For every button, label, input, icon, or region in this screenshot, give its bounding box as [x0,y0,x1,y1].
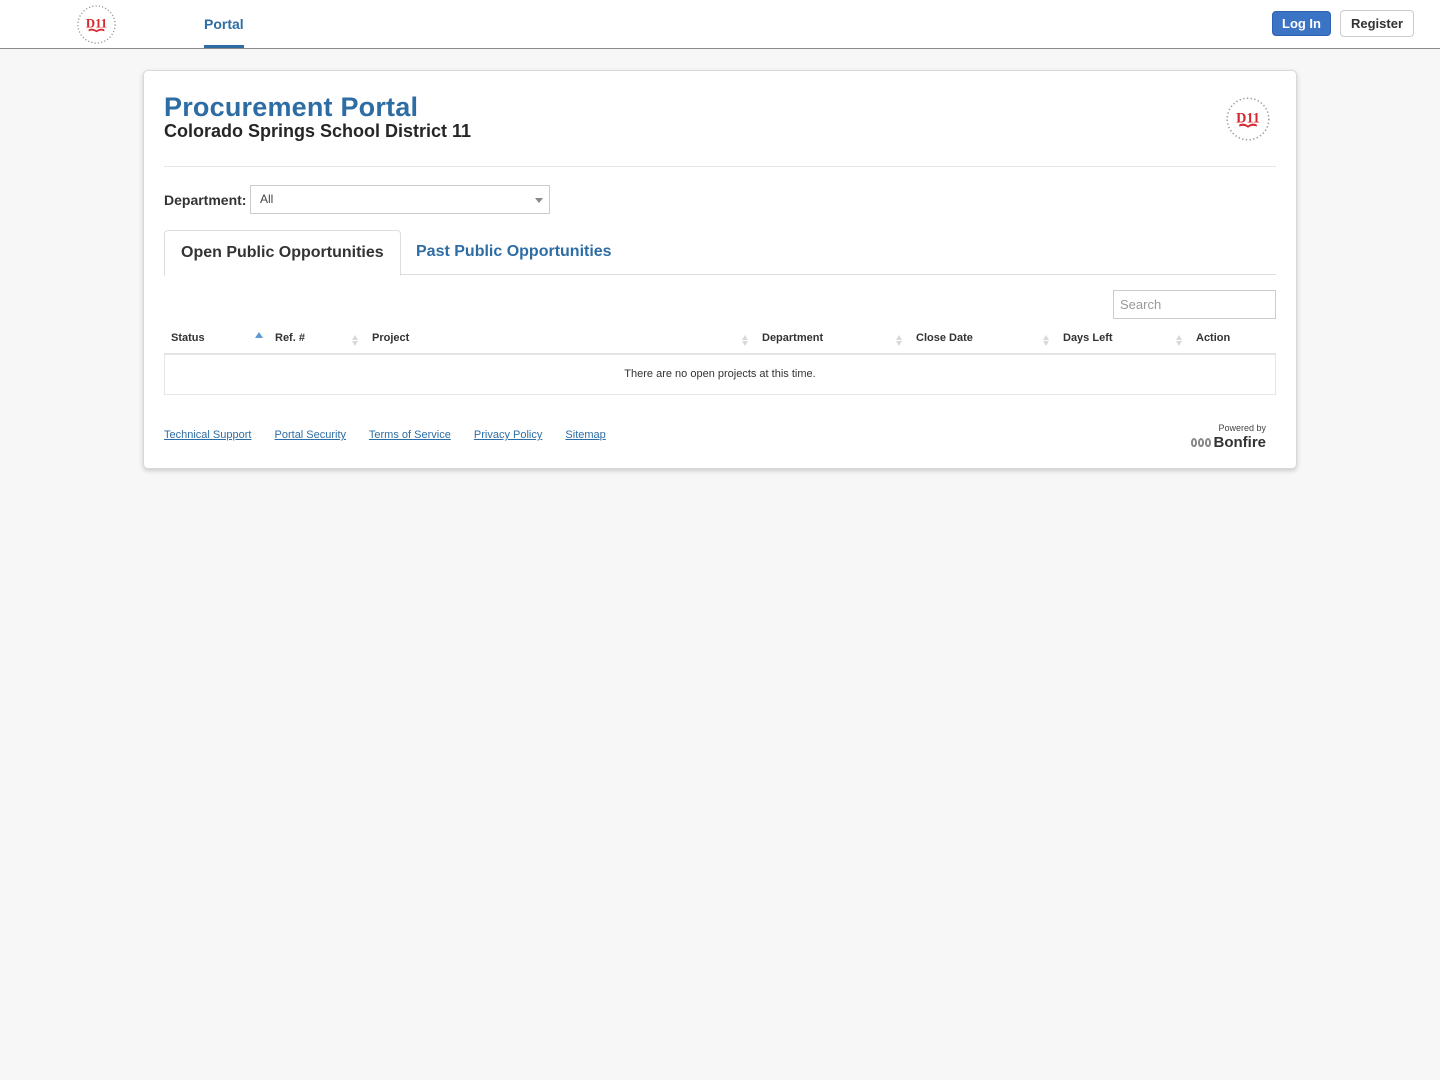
portal-card: Procurement Portal Colorado Springs Scho… [143,70,1297,469]
powered-by-label: Powered by [1218,423,1266,433]
top-nav: D11 Portal Log In Register [0,0,1440,49]
organization-name: Colorado Springs School District 11 [164,121,472,141]
bonfire-logo-icon [1190,438,1211,447]
sort-ascending-icon[interactable] [255,326,263,353]
search-input[interactable] [1113,290,1276,319]
sitemap-link[interactable]: Sitemap [565,429,605,441]
footer-links: Technical Support Portal Security Terms … [164,429,626,441]
login-button[interactable]: Log In [1272,11,1331,36]
bonfire-brand-text: Bonfire [1213,434,1267,451]
page-title: Procurement Portal [164,92,419,122]
department-label: Department: [164,192,247,208]
svg-text:D11: D11 [86,16,107,30]
terms-of-service-link[interactable]: Terms of Service [369,429,451,441]
sort-icon[interactable] [1176,326,1184,353]
tab-past-public-opportunities[interactable]: Past Public Opportunities [400,230,628,276]
empty-table-message: There are no open projects at this time. [164,355,1276,395]
column-header-action[interactable]: Action [1196,326,1230,353]
column-header-ref[interactable]: Ref. # [275,326,305,353]
nav-portal-link[interactable]: Portal [204,0,244,48]
department-select-value: All [260,192,274,206]
sort-icon[interactable] [1043,326,1051,353]
chevron-down-icon [535,198,543,203]
district-logo-icon[interactable]: D11 [76,4,117,45]
column-header-close-date[interactable]: Close Date [916,326,973,353]
register-button[interactable]: Register [1340,10,1414,37]
column-header-department[interactable]: Department [762,326,823,353]
department-select[interactable]: All [250,185,550,214]
tab-open-public-opportunities[interactable]: Open Public Opportunities [164,230,401,276]
privacy-policy-link[interactable]: Privacy Policy [474,429,542,441]
sort-icon[interactable] [742,326,750,353]
column-header-days-left[interactable]: Days Left [1063,326,1113,353]
portal-security-link[interactable]: Portal Security [275,429,347,441]
technical-support-link[interactable]: Technical Support [164,429,251,441]
table-header: Status Ref. # Project Department Close D… [164,326,1276,355]
divider [164,166,1276,167]
powered-by-bonfire[interactable]: Powered by Bonfire [1190,423,1267,451]
column-header-status[interactable]: Status [171,326,205,353]
opportunity-tabs: Open Public Opportunities Past Public Op… [164,230,1276,276]
bonfire-brand: Bonfire [1190,434,1267,451]
svg-text:D11: D11 [1236,110,1260,126]
sort-icon[interactable] [352,326,360,353]
column-header-project[interactable]: Project [372,326,409,353]
district-logo-icon: D11 [1226,97,1270,141]
sort-icon[interactable] [896,326,904,353]
